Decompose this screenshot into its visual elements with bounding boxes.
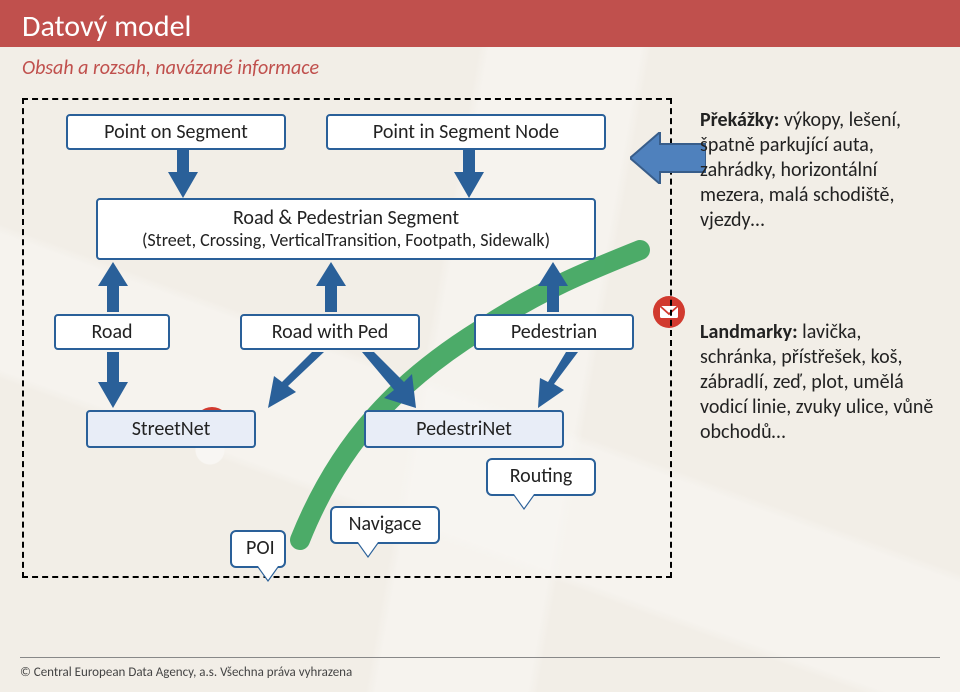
arrow-down-icon [454,150,484,198]
arrow-down-diag-icon [354,352,418,410]
arrow-down-icon [98,352,128,408]
label: Road [91,320,132,344]
arrow-up-icon [98,262,128,312]
box-pedestrian: Pedestrian [474,314,634,350]
box-road-with-ped: Road with Ped [240,314,420,350]
obstacles-title: Překážky: [700,108,779,132]
label: Navigace [349,512,422,536]
callout-routing: Routing [486,458,596,496]
page-title: Datový model [0,0,960,47]
landmarks-title: Landmarky: [700,320,798,344]
box-point-in-segment-node: Point in Segment Node [326,114,606,150]
label: Point on Segment [104,120,248,144]
label: Routing [510,464,573,488]
label-line2: (Street, Crossing, VerticalTransition, F… [142,230,550,252]
label: PedestriNet [416,417,512,441]
label: Point in Segment Node [373,120,559,144]
landmarks-text: Landmarky: lavička, schránka, přístřešek… [700,320,940,445]
label: POI [246,536,275,560]
box-road: Road [54,314,170,350]
box-road-pedestrian-segment: Road & Pedestrian Segment (Street, Cross… [96,198,596,260]
arrow-left-icon [630,132,706,184]
callout-navigace: Navigace [330,506,440,544]
page-subtitle: Obsah a rozsah, navázané informace [22,56,319,80]
box-pedestrinet: PedestriNet [364,410,564,448]
callout-poi: POI [230,530,286,568]
arrow-down-diag-icon [538,352,588,410]
arrow-up-icon [316,262,346,312]
diagram-area: Point on Segment Point in Segment Node R… [22,98,672,578]
label: Pedestrian [511,320,597,344]
label-line1: Road & Pedestrian Segment [233,206,459,230]
box-point-on-segment: Point on Segment [66,114,286,150]
arrow-down-icon [168,150,198,198]
box-streetnet: StreetNet [86,410,256,448]
obstacles-text: Překážky: výkopy, lešení, špatně parkují… [700,108,940,233]
footer-divider [20,657,940,658]
label: StreetNet [132,417,211,441]
arrow-down-diag-icon [262,352,326,410]
footer-text: © Central European Data Agency, a.s. Vše… [20,665,352,680]
label: Road with Ped [272,320,389,344]
arrow-up-icon [538,262,568,312]
